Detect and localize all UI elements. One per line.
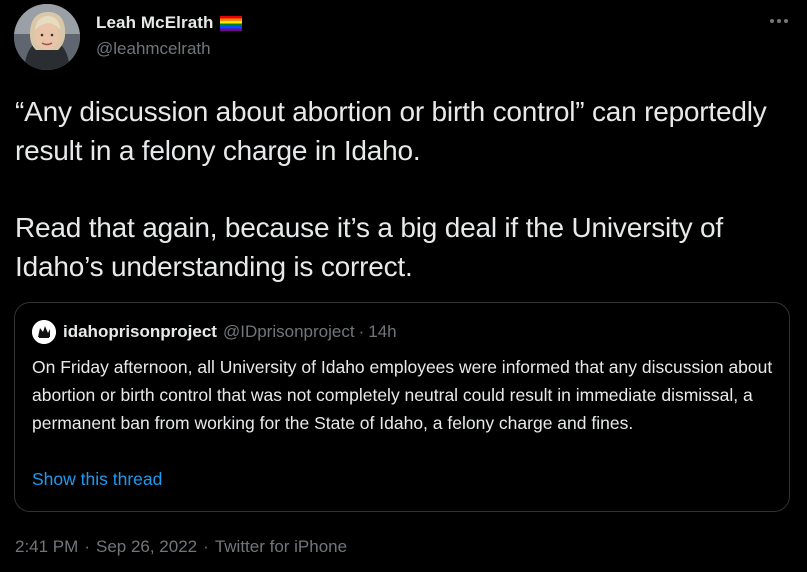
author-handle[interactable]: @leahmcelrath xyxy=(96,39,211,59)
quoted-avatar xyxy=(32,320,56,344)
quoted-handle: @IDprisonproject xyxy=(222,322,355,341)
quoted-time: 14h xyxy=(368,322,397,341)
tweet-paragraph: Read that again, because it’s a big deal… xyxy=(15,212,723,282)
meta-separator: · xyxy=(203,537,209,556)
quoted-tweet[interactable]: idahoprisonproject @IDprisonproject · 14… xyxy=(14,302,790,512)
quoted-separator: · xyxy=(358,322,365,341)
rainbow-flag-icon xyxy=(219,15,242,31)
tweet-paragraph: “Any discussion about abortion or birth … xyxy=(15,96,767,166)
tweet-date[interactable]: Sep 26, 2022 xyxy=(96,537,197,556)
quoted-tweet-header: idahoprisonproject @IDprisonproject · 14… xyxy=(32,320,397,344)
meta-separator: · xyxy=(84,537,90,556)
author-name-row[interactable]: Leah McElrath xyxy=(96,12,242,34)
tweet-text: “Any discussion about abortion or birth … xyxy=(15,92,795,286)
quoted-tweet-text: On Friday afternoon, all University of I… xyxy=(32,357,773,433)
avatar[interactable] xyxy=(14,4,80,70)
tweet-source: Twitter for iPhone xyxy=(214,537,348,556)
tweet-card: Leah McElrath @leahmcelrath “Any discuss… xyxy=(0,0,807,572)
show-thread-link[interactable]: Show this thread xyxy=(32,469,162,490)
tweet-time[interactable]: 2:41 PM xyxy=(15,537,78,556)
quoted-display-name: idahoprisonproject xyxy=(63,322,217,341)
more-horizontal-icon[interactable] xyxy=(764,10,794,32)
tweet-metadata: 2:41 PM · Sep 26, 2022 · Twitter for iPhone xyxy=(15,537,347,557)
author-display-name[interactable]: Leah McElrath xyxy=(96,13,214,33)
